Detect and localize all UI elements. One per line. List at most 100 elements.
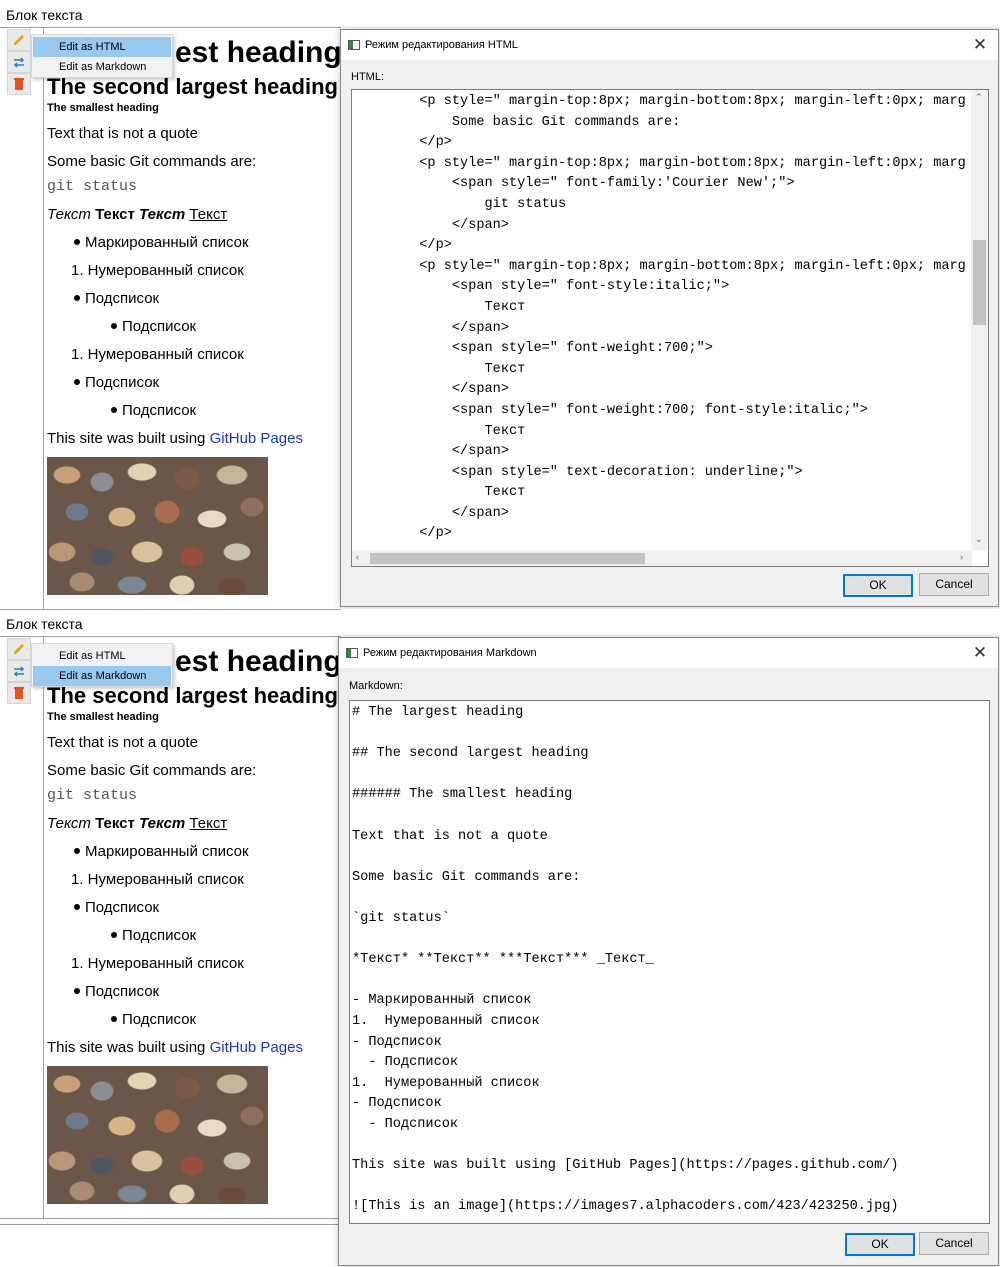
code-line: Текст — [354, 361, 526, 377]
code-line: <span style=" text-decoration: underline… — [354, 464, 803, 480]
code-line: <span style=" font-style:italic;"> — [354, 279, 730, 295]
html-label: HTML: — [351, 71, 384, 83]
menu-item-edit-markdown[interactable]: Edit as Markdown — [33, 666, 171, 686]
code-line: ## The second largest heading — [352, 746, 589, 762]
site-text: This site was built using GitHub Pages — [47, 430, 303, 447]
code-line: Text that is not a quote — [352, 828, 548, 844]
bullet-icon — [111, 323, 117, 330]
html-edit-dialog: Режим редактирования HTML ✕ HTML: <p sty… — [340, 29, 999, 607]
bullet-icon — [74, 239, 80, 246]
scroll-right-icon[interactable]: › — [960, 552, 963, 562]
code-line: </span> — [354, 505, 509, 521]
code-line: <p style=" margin-top:8px; margin-bottom… — [354, 94, 966, 109]
bold-italic-text: Текст — [139, 206, 186, 223]
cancel-button[interactable]: Cancel — [919, 573, 989, 596]
scroll-down-icon[interactable]: ⌄ — [975, 534, 983, 545]
frame-top — [0, 636, 341, 637]
swap-button[interactable] — [7, 660, 31, 682]
code-line: Текст — [354, 423, 526, 439]
git-intro: Some basic Git commands are: — [47, 153, 257, 170]
site-text: This site was built using GitHub Pages — [47, 1039, 303, 1056]
panel-markdown-mode: Блок текста est heading The second large… — [0, 609, 1000, 1267]
block-title: Блок текста — [6, 7, 83, 23]
list-item: Подсписок — [74, 983, 159, 1000]
quote-text: Text that is not a quote — [47, 734, 198, 751]
code-line: Some basic Git commands are: — [354, 114, 681, 130]
code-line: Текст — [354, 299, 526, 315]
ok-button[interactable]: OK — [845, 1233, 915, 1256]
scroll-left-icon[interactable]: ‹ — [356, 552, 359, 562]
delete-button[interactable] — [7, 73, 31, 95]
frame-divider — [43, 27, 44, 609]
frame-bottom — [0, 1218, 341, 1219]
pencil-icon — [14, 644, 24, 654]
code-line: </p> — [354, 526, 452, 542]
github-pages-link[interactable]: GitHub Pages — [210, 1039, 303, 1056]
bullet-icon — [74, 295, 80, 302]
code-line: ###### The smallest heading — [352, 787, 573, 803]
list-item: 1. Нумерованный список — [71, 262, 244, 279]
swap-button[interactable] — [7, 51, 31, 73]
menu-item-edit-html[interactable]: Edit as HTML — [33, 37, 171, 57]
code-line: 1. Нумерованный список — [352, 1013, 540, 1029]
horizontal-scrollbar[interactable]: ‹ › — [352, 550, 972, 566]
italic-text: Текст — [47, 206, 91, 223]
styled-text-row: Текст Текст Текст Текст — [47, 815, 227, 832]
bullet-icon — [74, 988, 80, 995]
underline-text: Текст — [189, 815, 228, 832]
menu-item-edit-html[interactable]: Edit as HTML — [33, 646, 171, 666]
close-icon[interactable]: ✕ — [970, 35, 990, 55]
list-item: Подсписок — [111, 402, 196, 419]
code-line: <p style=" margin-top:8px; margin-bottom… — [354, 258, 966, 274]
list-item: Маркированный список — [74, 843, 249, 860]
edit-menu: Edit as HTML Edit as Markdown — [31, 34, 173, 78]
list-item: Подсписок — [74, 899, 159, 916]
window-icon — [348, 40, 360, 50]
dialog-title: Режим редактирования HTML — [365, 39, 518, 51]
scroll-thumb[interactable] — [973, 240, 986, 325]
edit-button[interactable] — [7, 638, 31, 660]
heading-largest: est heading — [175, 36, 342, 69]
trash-icon — [14, 687, 24, 699]
list-item: Подсписок — [74, 374, 159, 391]
code-line: - Подсписок — [352, 1055, 459, 1071]
code-line: <span style=" font-weight:700; font-styl… — [354, 402, 868, 418]
markdown-code: # The largest heading ## The second large… — [352, 703, 899, 1218]
code-line: - Маркированный список — [352, 993, 532, 1009]
scroll-up-icon[interactable]: ⌃ — [975, 92, 983, 103]
code-line: </span> — [354, 444, 509, 460]
block-title: Блок текста — [6, 616, 83, 632]
bold-text: Текст — [95, 815, 135, 832]
code-line: </span> — [354, 382, 509, 398]
vertical-scrollbar[interactable]: ⌃ ⌄ — [971, 90, 988, 550]
menu-item-edit-markdown[interactable]: Edit as Markdown — [33, 57, 171, 77]
swap-icon — [13, 666, 25, 677]
ok-button[interactable]: OK — [843, 574, 913, 597]
html-code: <p style=" margin-top:8px; margin-bottom… — [354, 92, 966, 545]
close-icon[interactable]: ✕ — [970, 643, 990, 663]
html-editor[interactable]: <p style=" margin-top:8px; margin-bottom… — [351, 89, 989, 567]
list-item: 1. Нумерованный список — [71, 346, 244, 363]
edit-button[interactable] — [7, 29, 31, 51]
github-pages-link[interactable]: GitHub Pages — [210, 430, 303, 447]
code-line: ![This is an image](https://images7.alph… — [352, 1199, 899, 1215]
cancel-button[interactable]: Cancel — [919, 1232, 989, 1255]
code-line: <span style=" font-weight:700;"> — [354, 341, 713, 357]
code-line: </span> — [354, 320, 509, 336]
code-line: - Подсписок — [352, 1096, 442, 1112]
bold-italic-text: Текст — [139, 815, 186, 832]
bullet-icon — [74, 379, 80, 386]
code-line: </p> — [354, 238, 452, 254]
code-line: This site was built using [GitHub Pages]… — [352, 1158, 899, 1174]
hscroll-thumb[interactable] — [370, 553, 645, 564]
heading-largest: est heading — [175, 645, 342, 678]
delete-button[interactable] — [7, 682, 31, 704]
markdown-editor[interactable]: # The largest heading ## The second large… — [349, 700, 990, 1224]
bold-text: Текст — [95, 206, 135, 223]
